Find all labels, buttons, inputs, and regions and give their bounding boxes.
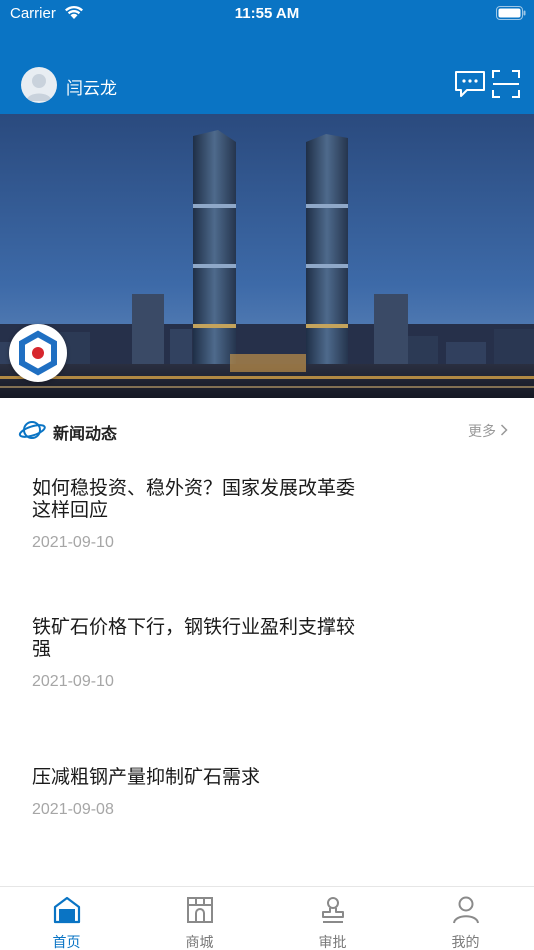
username[interactable]: 闫云龙 — [66, 74, 117, 99]
home-icon — [53, 896, 80, 924]
tab-label: 我的 — [451, 935, 480, 950]
store-icon — [186, 897, 213, 923]
banner-image[interactable] — [0, 114, 534, 398]
app-screen: Carrier 11:55 AM 闫云龙 新闻动态 更多 如何稳投资、稳外资？国… — [0, 0, 534, 950]
app-logo-icon[interactable] — [9, 324, 67, 382]
chevron-right-icon — [500, 424, 508, 436]
news-item[interactable]: 如何稳投资、稳外资？国家发展改革委这样回应 2021-09-10 — [32, 477, 362, 552]
tab-profile[interactable]: 我的 — [399, 887, 532, 950]
person-icon — [452, 896, 479, 924]
clock: 11:55 AM — [234, 5, 300, 22]
tab-label: 商城 — [185, 935, 214, 950]
news-section-header: 新闻动态 更多 — [0, 410, 534, 450]
news-item[interactable]: 铁矿石价格下行，钢铁行业盈利支撑较强 2021-09-10 — [32, 616, 362, 691]
tab-approval[interactable]: 审批 — [266, 887, 399, 950]
tab-home[interactable]: 首页 — [0, 887, 133, 950]
more-news-link[interactable]: 更多 — [468, 421, 508, 441]
news-item-title: 压减粗钢产量抑制矿石需求 — [32, 766, 261, 788]
news-item[interactable]: 压减粗钢产量抑制矿石需求 2021-09-08 — [32, 766, 362, 819]
planet-icon — [18, 421, 46, 439]
news-item-date: 2021-09-10 — [32, 534, 114, 551]
tab-label: 审批 — [318, 935, 347, 950]
news-item-title: 如何稳投资、稳外资？国家发展改革委这样回应 — [32, 477, 356, 521]
battery-icon — [496, 6, 526, 20]
user-row: 闫云龙 — [0, 64, 534, 108]
scan-icon[interactable] — [491, 69, 521, 99]
news-item-date: 2021-09-08 — [32, 801, 114, 818]
news-item-date: 2021-09-10 — [32, 673, 114, 690]
news-item-title: 铁矿石价格下行，钢铁行业盈利支撑较强 — [32, 616, 356, 660]
stamp-icon — [321, 897, 344, 923]
chat-bubble-icon[interactable] — [453, 69, 487, 99]
header: Carrier 11:55 AM 闫云龙 — [0, 0, 534, 114]
tab-bar: 首页 商城 审批 我的 — [0, 886, 534, 950]
more-label: 更多 — [468, 424, 496, 440]
tab-store[interactable]: 商城 — [133, 887, 266, 950]
tab-label: 首页 — [52, 935, 81, 950]
avatar-icon[interactable] — [21, 67, 57, 103]
status-bar: Carrier 11:55 AM — [0, 0, 534, 28]
news-section-title: 新闻动态 — [53, 424, 118, 443]
